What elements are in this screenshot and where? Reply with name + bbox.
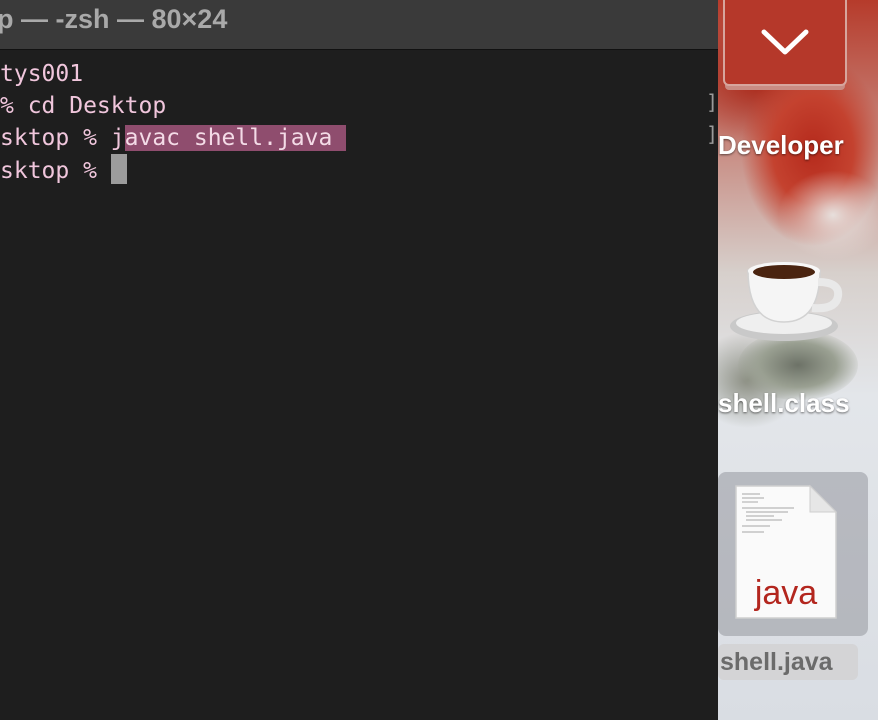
terminal-line-text: tys001 [0, 61, 84, 87]
prompt-text: sktop % [0, 158, 111, 184]
selected-command-text[interactable]: avac shell.java [124, 125, 347, 151]
terminal-input-line[interactable]: sktop % [0, 154, 718, 186]
terminal-line: % cd Desktop [0, 90, 718, 122]
scroll-marker: ] [706, 122, 719, 146]
terminal-line: tys001 [0, 58, 718, 90]
terminal-line: sktop % javac shell.java [0, 122, 718, 154]
terminal-window[interactable]: p — -zsh — 80×24 tys001 % cd Desktop skt… [0, 0, 718, 720]
chevron-down-icon [761, 29, 809, 55]
window-title: p — -zsh — 80×24 [0, 4, 228, 34]
terminal-output[interactable]: tys001 % cd Desktop sktop % javac shell.… [0, 58, 718, 186]
desktop-item-shell-class[interactable]: shell.class [718, 388, 878, 419]
terminal-titlebar[interactable]: p — -zsh — 80×24 [0, 0, 718, 50]
text-cursor [110, 154, 127, 184]
desktop-item-shell-java[interactable]: shell.java [718, 644, 858, 680]
stack-collapse-button[interactable] [723, 0, 847, 86]
coffee-cup-icon[interactable] [728, 256, 846, 346]
terminal-line-text: % cd Desktop [0, 93, 167, 119]
desktop-item-developer[interactable]: Developer [718, 130, 878, 161]
file-type-badge: java [754, 574, 817, 612]
java-file-icon[interactable]: java [730, 484, 840, 622]
wallpaper-shape [778, 170, 878, 260]
scroll-marker: ] [706, 90, 719, 114]
prompt-text: sktop % j [0, 125, 125, 151]
